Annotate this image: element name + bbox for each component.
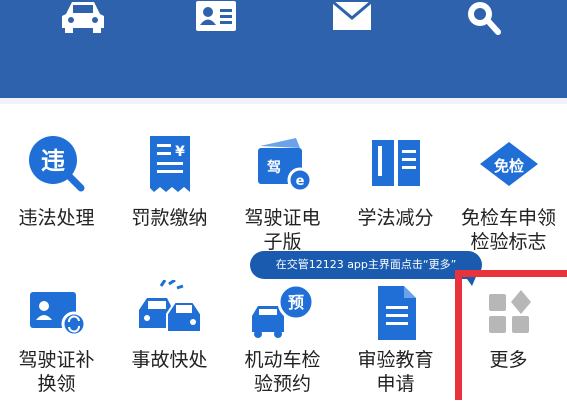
more-highlight-box — [455, 270, 567, 400]
e-license-icon: 驾 e — [248, 132, 318, 196]
service-label: 学法减分 — [357, 207, 434, 229]
violation-icon: 违 — [22, 132, 92, 196]
svg-text:预: 预 — [287, 293, 303, 312]
svg-text:驾: 驾 — [266, 159, 281, 176]
service-exempt-inspection[interactable]: 免检 免检车申领 检验标志 — [452, 104, 565, 253]
service-study-points[interactable]: 学法减分 — [339, 104, 452, 252]
service-e-license[interactable]: 驾 e 驾驶证电 子版 — [226, 104, 339, 253]
inspection-booking-icon: 预 — [248, 280, 318, 344]
instruction-callout: 在交管12123 app主界面点击“更多” — [250, 251, 482, 279]
service-label: 驾驶证电 子版 — [244, 207, 321, 253]
service-violation[interactable]: 违 违法处理 — [0, 104, 113, 252]
service-license-renewal[interactable]: 驾驶证补 换领 — [0, 256, 113, 404]
svg-text:免检: 免检 — [493, 157, 523, 175]
fine-receipt-icon: ¥ — [135, 132, 205, 196]
service-label: 免检车申领 检验标志 — [460, 207, 556, 253]
search-icon[interactable] — [460, 0, 506, 36]
top-header-bar — [0, 0, 567, 98]
accident-icon — [135, 280, 205, 344]
education-doc-icon — [361, 280, 431, 344]
service-label: 审验教育 申请 — [357, 349, 434, 395]
svg-text:违: 违 — [41, 147, 65, 175]
service-label: 机动车检 验预约 — [244, 349, 321, 395]
service-accident-quick[interactable]: 事故快处 — [113, 256, 226, 404]
service-label: 驾驶证补 换领 — [18, 349, 95, 395]
study-book-icon — [361, 132, 431, 196]
service-label: 事故快处 — [131, 349, 208, 371]
id-card-icon[interactable] — [193, 0, 239, 36]
service-label: 违法处理 — [18, 207, 95, 229]
service-fine-payment[interactable]: ¥ 罚款缴纳 — [113, 104, 226, 252]
svg-text:¥: ¥ — [175, 144, 185, 160]
exempt-badge-icon: 免检 — [474, 132, 544, 196]
svg-text:e: e — [295, 174, 304, 189]
service-label: 罚款缴纳 — [131, 207, 208, 229]
license-renew-icon — [22, 280, 92, 344]
mail-icon[interactable] — [329, 0, 375, 36]
car-icon[interactable] — [60, 0, 106, 36]
